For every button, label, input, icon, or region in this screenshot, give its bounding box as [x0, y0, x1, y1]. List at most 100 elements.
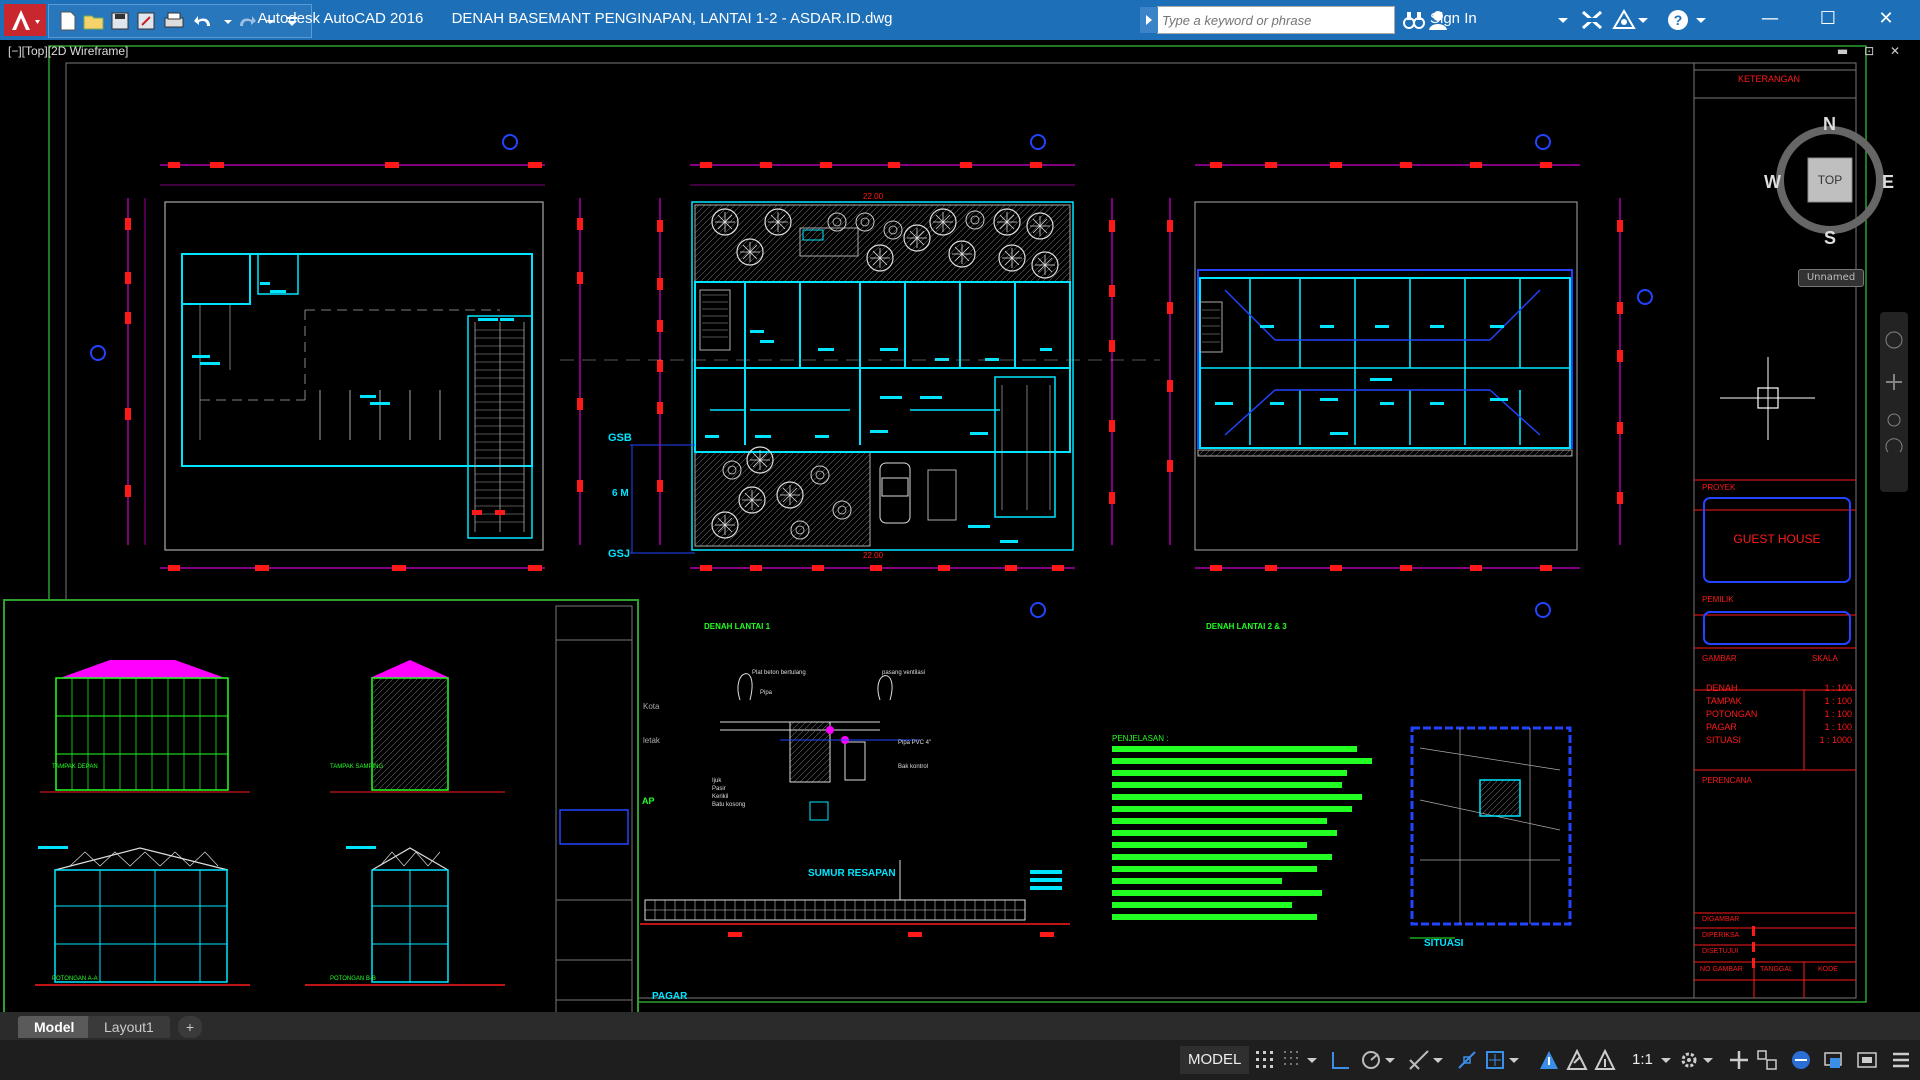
drawing-canvas[interactable]	[0, 40, 1920, 1012]
drawing-viewport[interactable]: [−][Top][2D Wireframe] ▬ ⊡ ✕ 22.00 22.00…	[0, 40, 1920, 1012]
tb-pemilik: PEMILIK	[1702, 595, 1734, 604]
tb-row-scale: 1 : 100	[1824, 709, 1852, 719]
title-bar: Autodesk AutoCAD 2016 DENAH BASEMANT PEN…	[0, 0, 1920, 40]
object-snap-icon[interactable]	[1484, 1049, 1506, 1071]
polar-dropdown-icon[interactable]	[1384, 1049, 1396, 1071]
six-m-label: 6 M	[612, 488, 629, 499]
note-pipa: Pipa	[760, 690, 773, 696]
note-pipa-pvc: Pipa PVC 4"	[898, 740, 932, 746]
viewport-controls-label[interactable]: [−][Top][2D Wireframe]	[8, 44, 128, 58]
tb-drawing-list: DENAH 1 : 100 TAMPAK 1 : 100 POTONGAN 1 : 1…	[1706, 682, 1852, 747]
steering-wheel-icon[interactable]	[1885, 331, 1903, 349]
note-pasangan: pasang ventilasi	[882, 670, 926, 676]
isodraft-icon[interactable]	[1408, 1049, 1430, 1071]
search-input[interactable]	[1162, 10, 1382, 30]
tb-row: TAMPAK 1 : 100	[1706, 695, 1852, 708]
detail-title-pagar: PAGAR	[652, 991, 688, 1002]
note-pasir: Pasir	[712, 786, 726, 792]
elevation-front-title: TAMPAK DEPAN	[52, 764, 98, 770]
note-kerikil: Kerikil	[712, 794, 729, 800]
auto-scale-icon[interactable]	[1566, 1048, 1588, 1071]
units-icon[interactable]	[1756, 1049, 1778, 1071]
viewcube[interactable]: N S W E TOP	[1764, 114, 1894, 248]
tb-kode: KODE	[1818, 966, 1838, 973]
tb-row: SITUASI 1 : 1000	[1706, 734, 1852, 747]
layout-tab-bar: Model Layout1 +	[0, 1012, 1920, 1040]
help-icon[interactable]: ?	[1666, 8, 1690, 32]
search-expand-arrow-icon[interactable]	[1140, 7, 1158, 33]
gsb-label: GSB	[608, 432, 632, 444]
minimize-button[interactable]: —	[1742, 0, 1798, 36]
tb-tanggal: TANGGAL	[1760, 966, 1793, 973]
annotation-scale-value[interactable]: 1:1	[1632, 1051, 1653, 1068]
isodraft-dropdown-icon[interactable]	[1432, 1049, 1444, 1071]
grid-icon[interactable]	[1254, 1049, 1276, 1071]
binoculars-icon[interactable]	[1402, 8, 1426, 32]
file-title: DENAH BASEMANT PENGINAPAN, LANTAI 1-2 - …	[451, 10, 893, 27]
section-b-title: POTONGAN B-B	[330, 976, 376, 982]
snap-dropdown-icon[interactable]	[1306, 1049, 1318, 1071]
elevation-side-title: TAMPAK SAMPING	[330, 764, 384, 770]
add-layout-button[interactable]: +	[178, 1016, 202, 1038]
label-ap: AP	[642, 796, 655, 806]
pan-icon[interactable]	[1886, 374, 1902, 390]
search-box[interactable]	[1140, 6, 1395, 34]
orbit-icon[interactable]	[1885, 438, 1903, 453]
hardware-acceleration-icon[interactable]	[1822, 1049, 1844, 1071]
tb-row-scale: 1 : 100	[1824, 722, 1852, 732]
ortho-mode-icon[interactable]	[1330, 1049, 1352, 1071]
gsj-label: GSJ	[608, 548, 631, 560]
ucs-menu[interactable]: Unnamed	[1798, 269, 1864, 287]
polar-tracking-icon[interactable]	[1360, 1049, 1382, 1071]
viewport-window-controls[interactable]: ▬ ⊡ ✕	[1837, 44, 1906, 58]
zoom-icon[interactable]	[1887, 413, 1901, 427]
navigation-bar[interactable]	[1880, 312, 1908, 492]
tb-row-name: TAMPAK	[1706, 696, 1742, 706]
septic-detail	[720, 673, 920, 821]
crosshair-cursor	[1720, 357, 1815, 440]
tb-row-name: PAGAR	[1706, 722, 1737, 732]
tb-no-gambar: NO GAMBAR	[1700, 966, 1743, 973]
compass-east[interactable]: E	[1882, 172, 1894, 193]
section-a-title: POTONGAN A-A	[52, 976, 98, 982]
compass-west[interactable]: W	[1764, 172, 1781, 193]
annotation-visibility-icon[interactable]	[1538, 1049, 1560, 1071]
site-plan	[1410, 726, 1572, 939]
tab-layout1[interactable]: Layout1	[88, 1016, 170, 1038]
customization-menu-icon[interactable]	[1890, 1049, 1912, 1071]
app-title: Autodesk AutoCAD 2016	[257, 10, 424, 27]
compass-north[interactable]: N	[1823, 114, 1836, 135]
viewcube-top-label[interactable]: TOP	[1808, 173, 1852, 187]
tb-row-scale: 1 : 100	[1824, 696, 1852, 706]
label-kota: Kota	[643, 702, 660, 711]
sign-in-dropdown-icon[interactable]	[1556, 8, 1570, 32]
model-space-button[interactable]: MODEL	[1180, 1046, 1250, 1074]
exchange-apps-icon[interactable]	[1580, 8, 1604, 32]
autodesk-360-dropdown-icon[interactable]	[1636, 8, 1650, 32]
tb-row-name: DENAH	[1706, 683, 1738, 693]
annotation-scale-icon[interactable]	[1594, 1048, 1616, 1071]
plan-title-lantai-1: DENAH LANTAI 1	[704, 622, 771, 631]
sign-in-button[interactable]: Sign In	[1430, 10, 1477, 27]
scale-dropdown-icon[interactable]	[1660, 1049, 1672, 1071]
autodesk-360-icon[interactable]	[1612, 8, 1636, 32]
object-snap-dropdown-icon[interactable]	[1508, 1049, 1520, 1071]
workspace-switching-icon[interactable]	[1678, 1049, 1700, 1071]
detail-title-sumur: SUMUR RESAPAN	[808, 868, 896, 879]
isolate-objects-icon[interactable]	[1790, 1049, 1812, 1071]
compass-south[interactable]: S	[1824, 228, 1836, 249]
snap-mode-icon[interactable]	[1282, 1049, 1304, 1071]
annotation-monitor-icon[interactable]	[1728, 1049, 1750, 1071]
status-bar: MODEL 1:1	[0, 1040, 1920, 1080]
maximize-button[interactable]: ☐	[1800, 0, 1856, 36]
basement-plan	[90, 134, 583, 571]
object-snap-tracking-icon[interactable]	[1456, 1049, 1478, 1071]
close-button[interactable]: ✕	[1858, 0, 1914, 36]
help-dropdown-icon[interactable]	[1694, 8, 1708, 32]
tb-row-name: SITUASI	[1706, 735, 1742, 745]
clean-screen-icon[interactable]	[1856, 1049, 1878, 1071]
tb-disetujui: DISETUJUI	[1702, 948, 1739, 955]
tb-diperiksa: DIPERIKSA	[1702, 932, 1740, 939]
tab-model[interactable]: Model	[18, 1016, 91, 1038]
workspace-dropdown-icon[interactable]	[1702, 1049, 1714, 1071]
